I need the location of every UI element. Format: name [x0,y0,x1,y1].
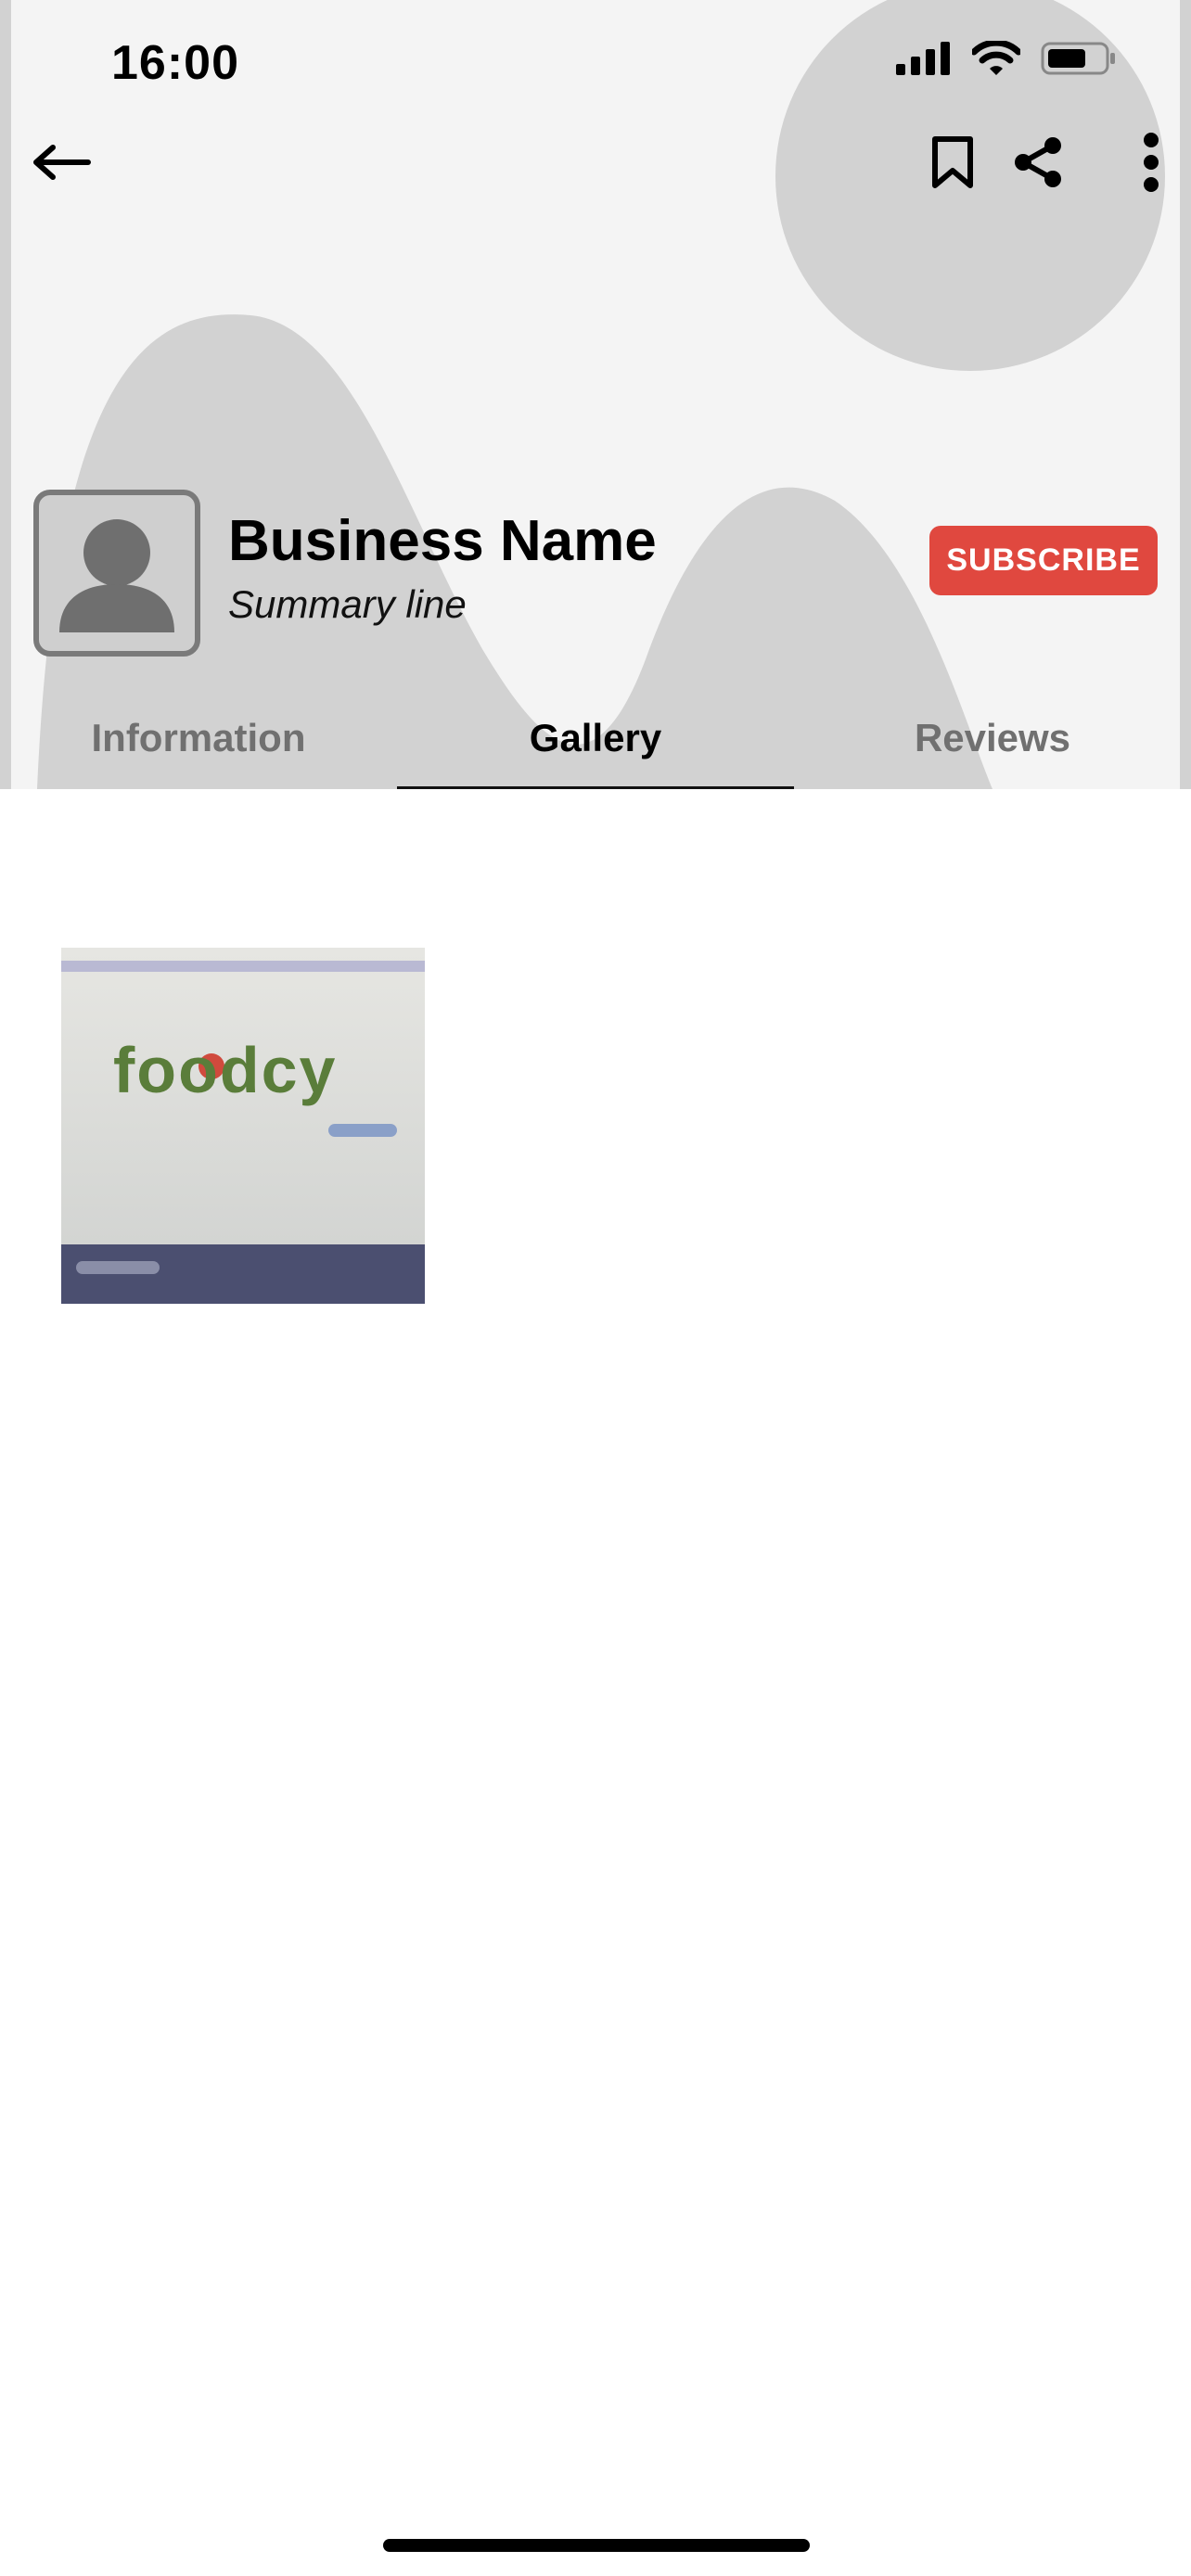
share-button[interactable] [996,121,1080,204]
wifi-icon [972,41,1020,75]
gallery-item[interactable]: foodcy [61,948,425,1304]
profile-header: 16:00 Business Name Summary line SUBSCRI… [0,0,1191,789]
bookmark-button[interactable] [911,121,994,204]
business-summary: Summary line [228,582,467,626]
header-background-shapes [37,0,1165,789]
more-options-button[interactable] [1109,121,1191,204]
subscribe-button[interactable]: SUBSCRIBE [929,526,1158,595]
status-icons [896,41,1117,76]
back-button[interactable] [20,121,104,204]
profile-tabs: Information Gallery Reviews [0,686,1191,789]
tab-reviews[interactable]: Reviews [794,686,1191,789]
share-icon [1015,137,1061,187]
gallery-item-logo-text: foodcy [113,1034,338,1106]
arrow-left-icon [33,145,91,180]
header-left-edge [0,0,11,789]
gallery-photo [61,948,425,1304]
tab-information[interactable]: Information [0,686,397,789]
business-name: Business Name [228,509,657,573]
header-right-edge [1180,0,1191,789]
battery-icon [1041,42,1115,75]
home-indicator[interactable] [383,2539,810,2552]
status-time: 16:00 [111,36,239,90]
more-vertical-icon [1144,133,1159,192]
business-avatar[interactable] [33,490,200,657]
user-placeholder-icon [59,519,174,632]
signal-icon [896,42,950,75]
bookmark-icon [932,136,973,188]
tab-gallery[interactable]: Gallery [397,686,794,789]
